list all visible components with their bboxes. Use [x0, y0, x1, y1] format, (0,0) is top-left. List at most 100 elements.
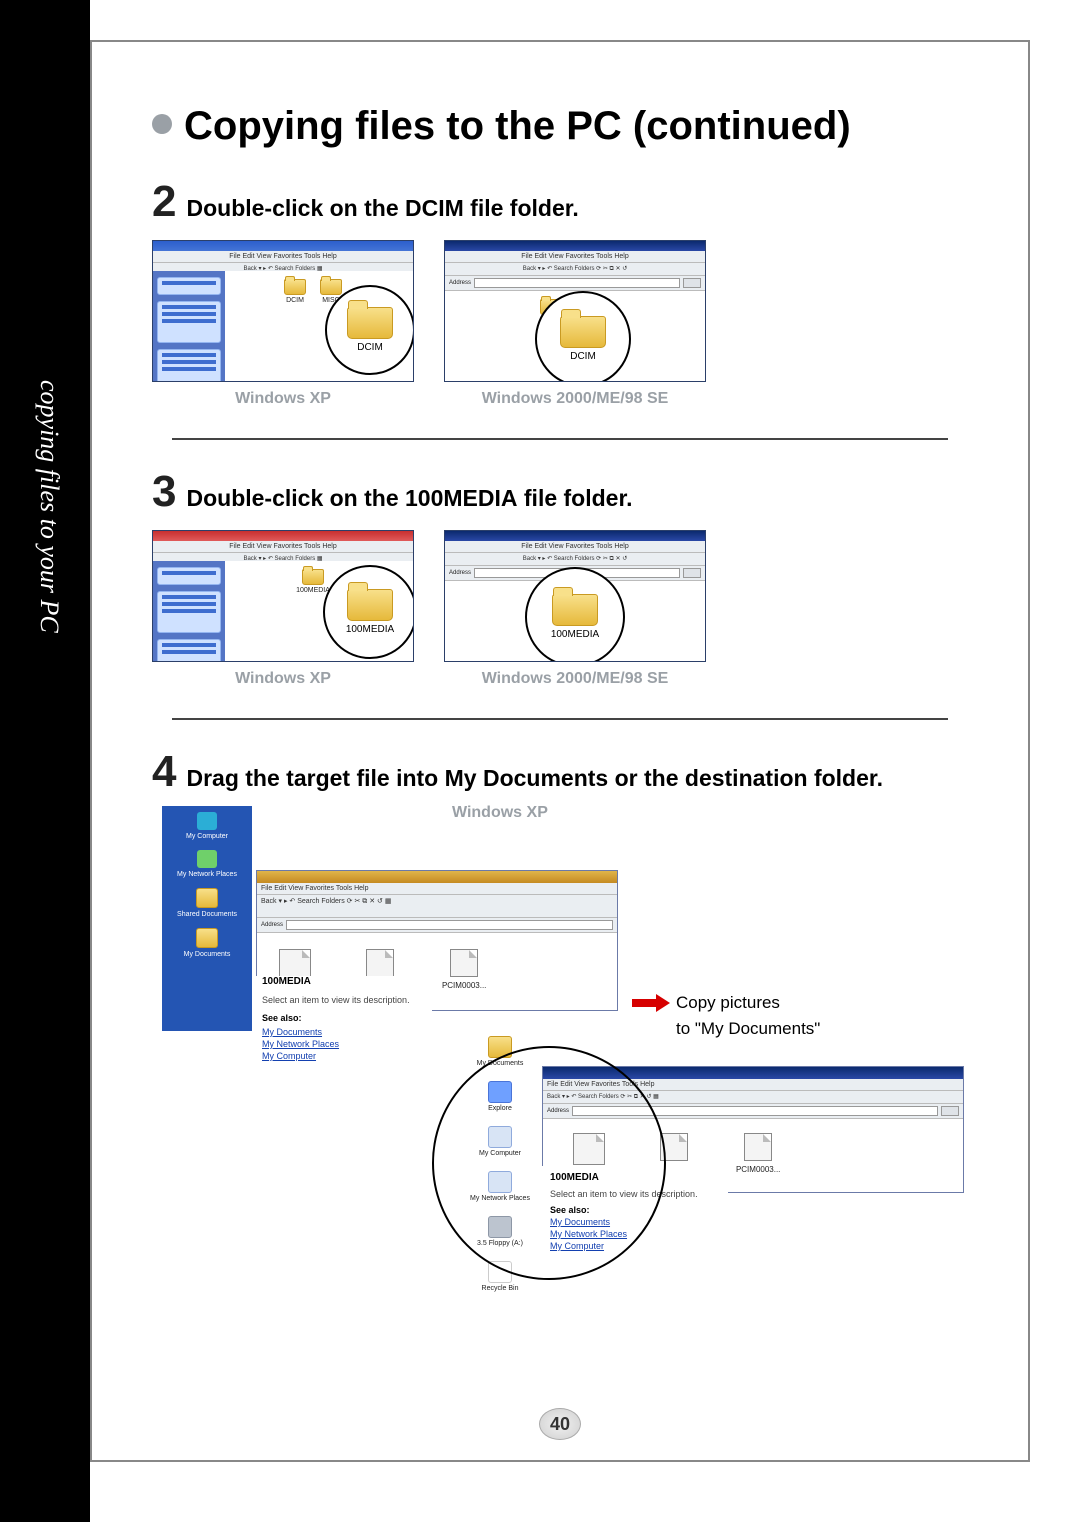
step-3-xp-caption: Windows XP: [152, 670, 414, 688]
step-2-xp-wrap: File Edit View Favorites Tools Help Back…: [152, 240, 414, 408]
step-3-number: 3: [152, 470, 176, 514]
step-2-xp-shot: File Edit View Favorites Tools Help Back…: [152, 240, 414, 382]
divider-2: [172, 718, 948, 720]
panel-hint: Select an item to view its description.: [262, 995, 432, 1005]
content-frame: Copying files to the PC (continued) 2 Do…: [90, 40, 1030, 1462]
address-field[interactable]: [474, 278, 680, 288]
w98-address: Address: [445, 276, 705, 291]
win2k-titlebar: [543, 1067, 963, 1079]
w98-titlebar: [445, 531, 705, 541]
folder-100media-xp[interactable]: 100MEDIA: [296, 569, 330, 594]
w98-toolbar: Back ▾ ▸ ↶ Search Folders ⟳ ✂ ⧉ ✕ ↺: [445, 553, 705, 566]
step-4-number: 4: [152, 750, 176, 794]
step-3-term: 100MEDIA: [405, 485, 517, 511]
w98-menu: File Edit View Favorites Tools Help: [445, 251, 705, 263]
step-2-98-shot: File Edit View Favorites Tools Help Back…: [444, 240, 706, 382]
see-also-label-2k: See also:: [550, 1205, 720, 1215]
arrow-copy-icon: [632, 996, 670, 1010]
d2k-my-network[interactable]: My Network Places: [462, 1171, 538, 1202]
file-3[interactable]: PCIM0003...: [442, 949, 486, 994]
step-2-term: DCIM: [405, 195, 464, 221]
file-3-2k[interactable]: PCIM0003...: [736, 1133, 780, 1178]
link-my-docs[interactable]: My Documents: [262, 1027, 432, 1037]
page-number: 40: [539, 1408, 581, 1440]
step-2-number: 2: [152, 180, 176, 224]
folder-icon: [560, 316, 606, 348]
copy-line-2: to "My Documents": [676, 1016, 820, 1042]
go-button[interactable]: [683, 568, 701, 578]
link-my-computer[interactable]: My Computer: [262, 1051, 432, 1061]
step-3-text: Double-click on the 100MEDIA file folder…: [186, 485, 632, 512]
step-4-text: Drag the target file into My Documents o…: [186, 765, 882, 792]
step-3-98-caption: Windows 2000/ME/98 SE: [444, 670, 706, 688]
win-toolbar: Back ▾ ▸ ↶ Search Folders ⟳ ✂ ⧉ ✕ ↺ ▦: [257, 895, 617, 918]
step-2: 2 Double-click on the DCIM file folder. …: [152, 180, 968, 408]
go-button[interactable]: [683, 278, 701, 288]
zoom-label: 100MEDIA: [547, 628, 603, 641]
zoom-label: 100MEDIA: [342, 623, 398, 636]
win2k-menu: File Edit View Favorites Tools Help: [543, 1079, 963, 1091]
d2k-recycle[interactable]: Recycle Bin: [462, 1261, 538, 1292]
go-button[interactable]: [941, 1106, 959, 1116]
step-4-illustration: Windows XP My Computer My Network Places…: [152, 806, 968, 1326]
step-2-98-caption: Windows 2000/ME/98 SE: [444, 390, 706, 408]
step-2-98-wrap: File Edit View Favorites Tools Help Back…: [444, 240, 706, 408]
folder-dcim-xp[interactable]: DCIM: [284, 279, 306, 304]
step-3: 3 Double-click on the 100MEDIA file fold…: [152, 470, 968, 688]
left-black-bar: [0, 0, 90, 1522]
d2k-my-docs[interactable]: My Documents: [462, 1036, 538, 1067]
link-my-computer-2k[interactable]: My Computer: [550, 1241, 720, 1251]
xp-sidebar: [153, 271, 226, 381]
d2k-my-computer[interactable]: My Computer: [462, 1126, 538, 1157]
zoom-label: DCIM: [566, 350, 600, 363]
step-4-after: or the destination folder.: [608, 765, 883, 791]
zoom-100media-xp: 100MEDIA: [323, 565, 414, 659]
link-my-network-2k[interactable]: My Network Places: [550, 1229, 720, 1239]
folder-icon: [552, 594, 598, 626]
desk-shared-docs[interactable]: Shared Documents: [166, 888, 248, 918]
panel-100media-2k: 100MEDIA Select an item to view its desc…: [542, 1166, 728, 1253]
address-label: Address: [449, 280, 471, 286]
step-3-98-shot: File Edit View Favorites Tools Help Back…: [444, 530, 706, 662]
panel-head-2k: 100MEDIA: [550, 1172, 720, 1183]
xp-menu: File Edit View Favorites Tools Help: [153, 541, 413, 553]
xp-menu: File Edit View Favorites Tools Help: [153, 251, 413, 263]
xp-titlebar: [153, 241, 413, 251]
xp-titlebar: [153, 531, 413, 541]
step-2-before: Double-click on the: [186, 195, 405, 221]
step-3-98-wrap: File Edit View Favorites Tools Help Back…: [444, 530, 706, 688]
win-titlebar: [257, 871, 617, 883]
divider-1: [172, 438, 948, 440]
win-menu: File Edit View Favorites Tools Help: [257, 883, 617, 895]
desk-my-docs[interactable]: My Documents: [166, 928, 248, 958]
step-4-caption: Windows XP: [452, 804, 548, 822]
step-3-after: file folder.: [518, 485, 633, 511]
step-4: 4 Drag the target file into My Documents…: [152, 750, 968, 1326]
page-title: Copying files to the PC (continued): [152, 102, 968, 150]
step-3-xp-shot: File Edit View Favorites Tools Help Back…: [152, 530, 414, 662]
address-label: Address: [547, 1108, 569, 1114]
w98-menu: File Edit View Favorites Tools Help: [445, 541, 705, 553]
link-my-docs-2k[interactable]: My Documents: [550, 1217, 720, 1227]
panel-100media-xp: 100MEDIA Select an item to view its desc…: [256, 976, 432, 1063]
step-2-text: Double-click on the DCIM file folder.: [186, 195, 578, 222]
link-my-network[interactable]: My Network Places: [262, 1039, 432, 1049]
win-address: Address: [257, 918, 617, 933]
copy-line-1: Copy pictures: [676, 990, 820, 1016]
address-label: Address: [261, 922, 283, 928]
desk-my-computer[interactable]: My Computer: [166, 812, 248, 840]
step-2-after: file folder.: [464, 195, 579, 221]
d2k-floppy[interactable]: 3.5 Floppy (A:): [462, 1216, 538, 1247]
zoom-dcim-98: DCIM: [535, 291, 631, 382]
xp-sidebar: [153, 561, 226, 661]
zoom-label: DCIM: [353, 341, 387, 354]
address-field[interactable]: [286, 920, 613, 930]
w98-toolbar: Back ▾ ▸ ↶ Search Folders ⟳ ✂ ⧉ ✕ ↺: [445, 263, 705, 276]
w98-titlebar: [445, 241, 705, 251]
win2k-toolbar: Back ▾ ▸ ↶ Search Folders ⟳ ✂ ⧉ ✕ ↺ ▦: [543, 1091, 963, 1104]
d2k-explore[interactable]: Explore: [462, 1081, 538, 1112]
zoom-dcim-xp: DCIM: [325, 285, 414, 375]
step-3-before: Double-click on the: [186, 485, 405, 511]
address-field[interactable]: [572, 1106, 938, 1116]
desk-my-network[interactable]: My Network Places: [166, 850, 248, 878]
